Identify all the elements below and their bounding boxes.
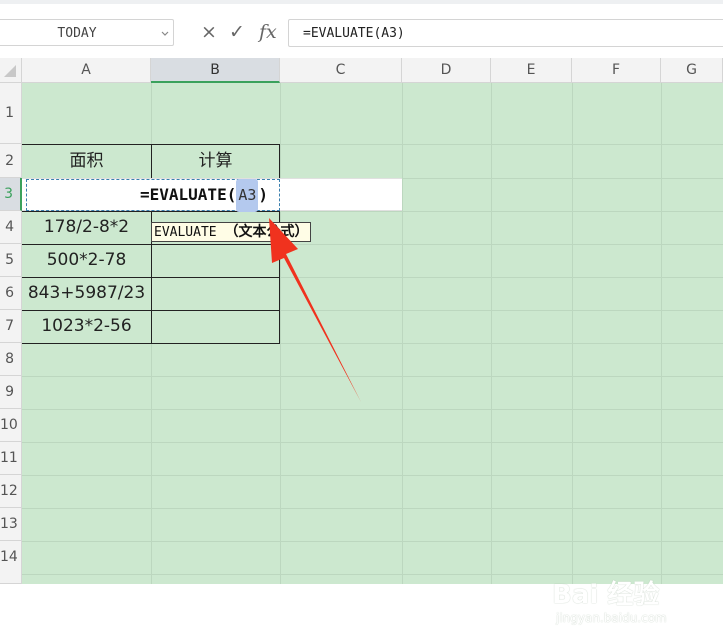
- chevron-down-icon[interactable]: [161, 29, 169, 37]
- function-icon[interactable]: fx: [259, 20, 277, 44]
- annotation-arrow: [269, 218, 361, 402]
- check-icon[interactable]: ✓: [229, 20, 245, 44]
- formula-text: =EVALUATE(A3): [303, 26, 405, 41]
- formula-bar: TODAY × ✓ fx =EVALUATE(A3): [0, 0, 723, 59]
- baidu-watermark: Bai 经验 jingyan.baidu.com: [552, 574, 717, 632]
- cancel-icon[interactable]: ×: [201, 20, 217, 44]
- toolbar-edge: [0, 0, 723, 4]
- watermark-logo: Bai 经验: [552, 580, 660, 610]
- spreadsheet-grid[interactable]: A B C D E F G 1 2 3 4 5 6 7 8 9 10 11 12…: [0, 58, 723, 625]
- watermark-url: jingyan.baidu.com: [556, 611, 667, 625]
- name-box[interactable]: TODAY: [0, 19, 174, 46]
- name-box-value: TODAY: [57, 26, 97, 41]
- formula-input[interactable]: =EVALUATE(A3): [288, 19, 723, 47]
